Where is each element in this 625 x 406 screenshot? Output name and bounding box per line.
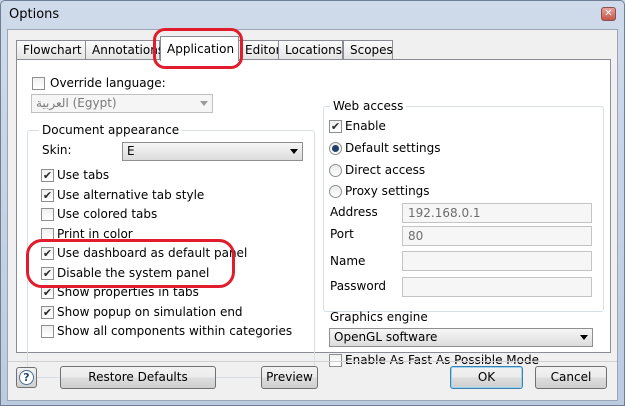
tab-application[interactable]: Application (160, 36, 239, 61)
use-tabs-checkbox[interactable]: ✔ (41, 169, 54, 182)
proxy-settings-label: Proxy settings (345, 184, 430, 198)
ok-label: OK (477, 370, 496, 384)
dashboard-default-label: Use dashboard as default panel (57, 246, 248, 260)
restore-defaults-label: Restore Defaults (88, 370, 188, 384)
port-field[interactable]: 80 (402, 226, 592, 246)
check-icon: ✔ (42, 306, 53, 319)
port-label: Port (330, 227, 354, 241)
print-in-color-label: Print in color (57, 227, 133, 241)
tab-scopes[interactable]: Scopes (343, 40, 393, 60)
show-all-components-label: Show all components within categories (57, 324, 293, 338)
print-in-color-checkbox[interactable] (41, 228, 54, 241)
popup-simulation-end-label: Show popup on simulation end (57, 305, 243, 319)
address-label: Address (330, 205, 378, 219)
help-button[interactable]: ? (16, 367, 37, 388)
web-access-title: Web access (330, 99, 407, 113)
help-icon: ? (19, 370, 34, 385)
graphics-engine-select[interactable]: OpenGL software (329, 328, 593, 347)
tab-label: Application (167, 42, 235, 56)
chevron-down-icon (580, 335, 588, 340)
language-select-value: العربية (Egypt) (36, 96, 117, 110)
override-language-label: Override language: (50, 76, 166, 90)
colored-tabs-checkbox[interactable] (41, 208, 54, 221)
cancel-button[interactable]: Cancel (535, 366, 607, 389)
web-access-enable-checkbox[interactable]: ✔ (329, 120, 342, 133)
tab-label: Flowchart (23, 43, 82, 57)
name-label: Name (330, 254, 366, 268)
tab-label: Annotations (92, 43, 165, 57)
close-icon: ✕ (604, 8, 613, 19)
check-icon: ✔ (42, 247, 53, 260)
graphics-engine-label: Graphics engine (330, 310, 428, 324)
address-value: 192.168.0.1 (408, 206, 481, 220)
document-appearance-title: Document appearance (39, 123, 183, 137)
default-settings-label: Default settings (345, 141, 441, 155)
skin-label: Skin: (42, 143, 72, 157)
colored-tabs-label: Use colored tabs (57, 207, 158, 221)
tab-label: Editor (245, 43, 281, 57)
fast-mode-label: Enable As Fast As Possible Mode (345, 353, 539, 367)
close-button[interactable]: ✕ (601, 7, 616, 21)
name-field[interactable] (402, 251, 592, 271)
window-title: Options (9, 7, 60, 22)
dashboard-default-checkbox[interactable]: ✔ (41, 247, 54, 260)
application-tab-panel: Override language: العربية (Egypt) Docum… (16, 59, 611, 378)
use-tabs-label: Use tabs (57, 168, 110, 182)
default-settings-radio[interactable] (329, 142, 342, 155)
preview-label: Preview (266, 370, 313, 384)
graphics-engine-value: OpenGL software (334, 330, 438, 344)
tab-label: Scopes (350, 43, 393, 57)
preview-button[interactable]: Preview (261, 366, 318, 389)
ok-button[interactable]: OK (450, 366, 523, 389)
skin-select-value: E (127, 144, 135, 158)
check-icon: ✔ (42, 286, 53, 299)
password-label: Password (330, 279, 387, 293)
dialog-client-area: Flowchart Annotations Application Editor… (7, 29, 618, 401)
override-language-checkbox[interactable] (32, 77, 45, 90)
alt-tab-style-checkbox[interactable]: ✔ (41, 189, 54, 202)
direct-access-label: Direct access (345, 163, 426, 177)
title-bar: Options ✕ (1, 1, 624, 28)
web-access-enable-label: Enable (345, 119, 386, 133)
chevron-down-icon (290, 149, 298, 154)
cancel-label: Cancel (550, 370, 592, 384)
tab-flowchart[interactable]: Flowchart (16, 40, 86, 60)
properties-in-tabs-checkbox[interactable]: ✔ (41, 286, 54, 299)
tab-locations[interactable]: Locations (278, 40, 343, 60)
language-select[interactable]: العربية (Egypt) (31, 94, 213, 113)
disable-system-panel-checkbox[interactable]: ✔ (41, 267, 54, 280)
check-icon: ✔ (42, 267, 53, 280)
tab-editor[interactable]: Editor (238, 40, 281, 60)
port-value: 80 (408, 229, 424, 243)
options-dialog: Options ✕ Flowchart Annotations Applicat… (0, 0, 625, 406)
alt-tab-style-label: Use alternative tab style (57, 188, 205, 202)
tab-annotations[interactable]: Annotations (85, 40, 164, 60)
direct-access-radio[interactable] (329, 164, 342, 177)
check-icon: ✔ (42, 189, 53, 202)
properties-in-tabs-label: Show properties in tabs (57, 285, 199, 299)
check-icon: ✔ (42, 169, 53, 182)
check-icon: ✔ (330, 120, 341, 133)
proxy-settings-radio[interactable] (329, 185, 342, 198)
disable-system-panel-label: Disable the system panel (57, 266, 210, 280)
tab-label: Locations (285, 43, 343, 57)
skin-select[interactable]: E (122, 142, 303, 161)
popup-simulation-end-checkbox[interactable]: ✔ (41, 306, 54, 319)
show-all-components-checkbox[interactable] (41, 325, 54, 338)
chevron-down-icon (200, 101, 208, 106)
restore-defaults-button[interactable]: Restore Defaults (60, 366, 216, 389)
address-field[interactable]: 192.168.0.1 (402, 203, 592, 223)
password-field[interactable] (402, 277, 592, 297)
footer-separator (8, 361, 617, 362)
